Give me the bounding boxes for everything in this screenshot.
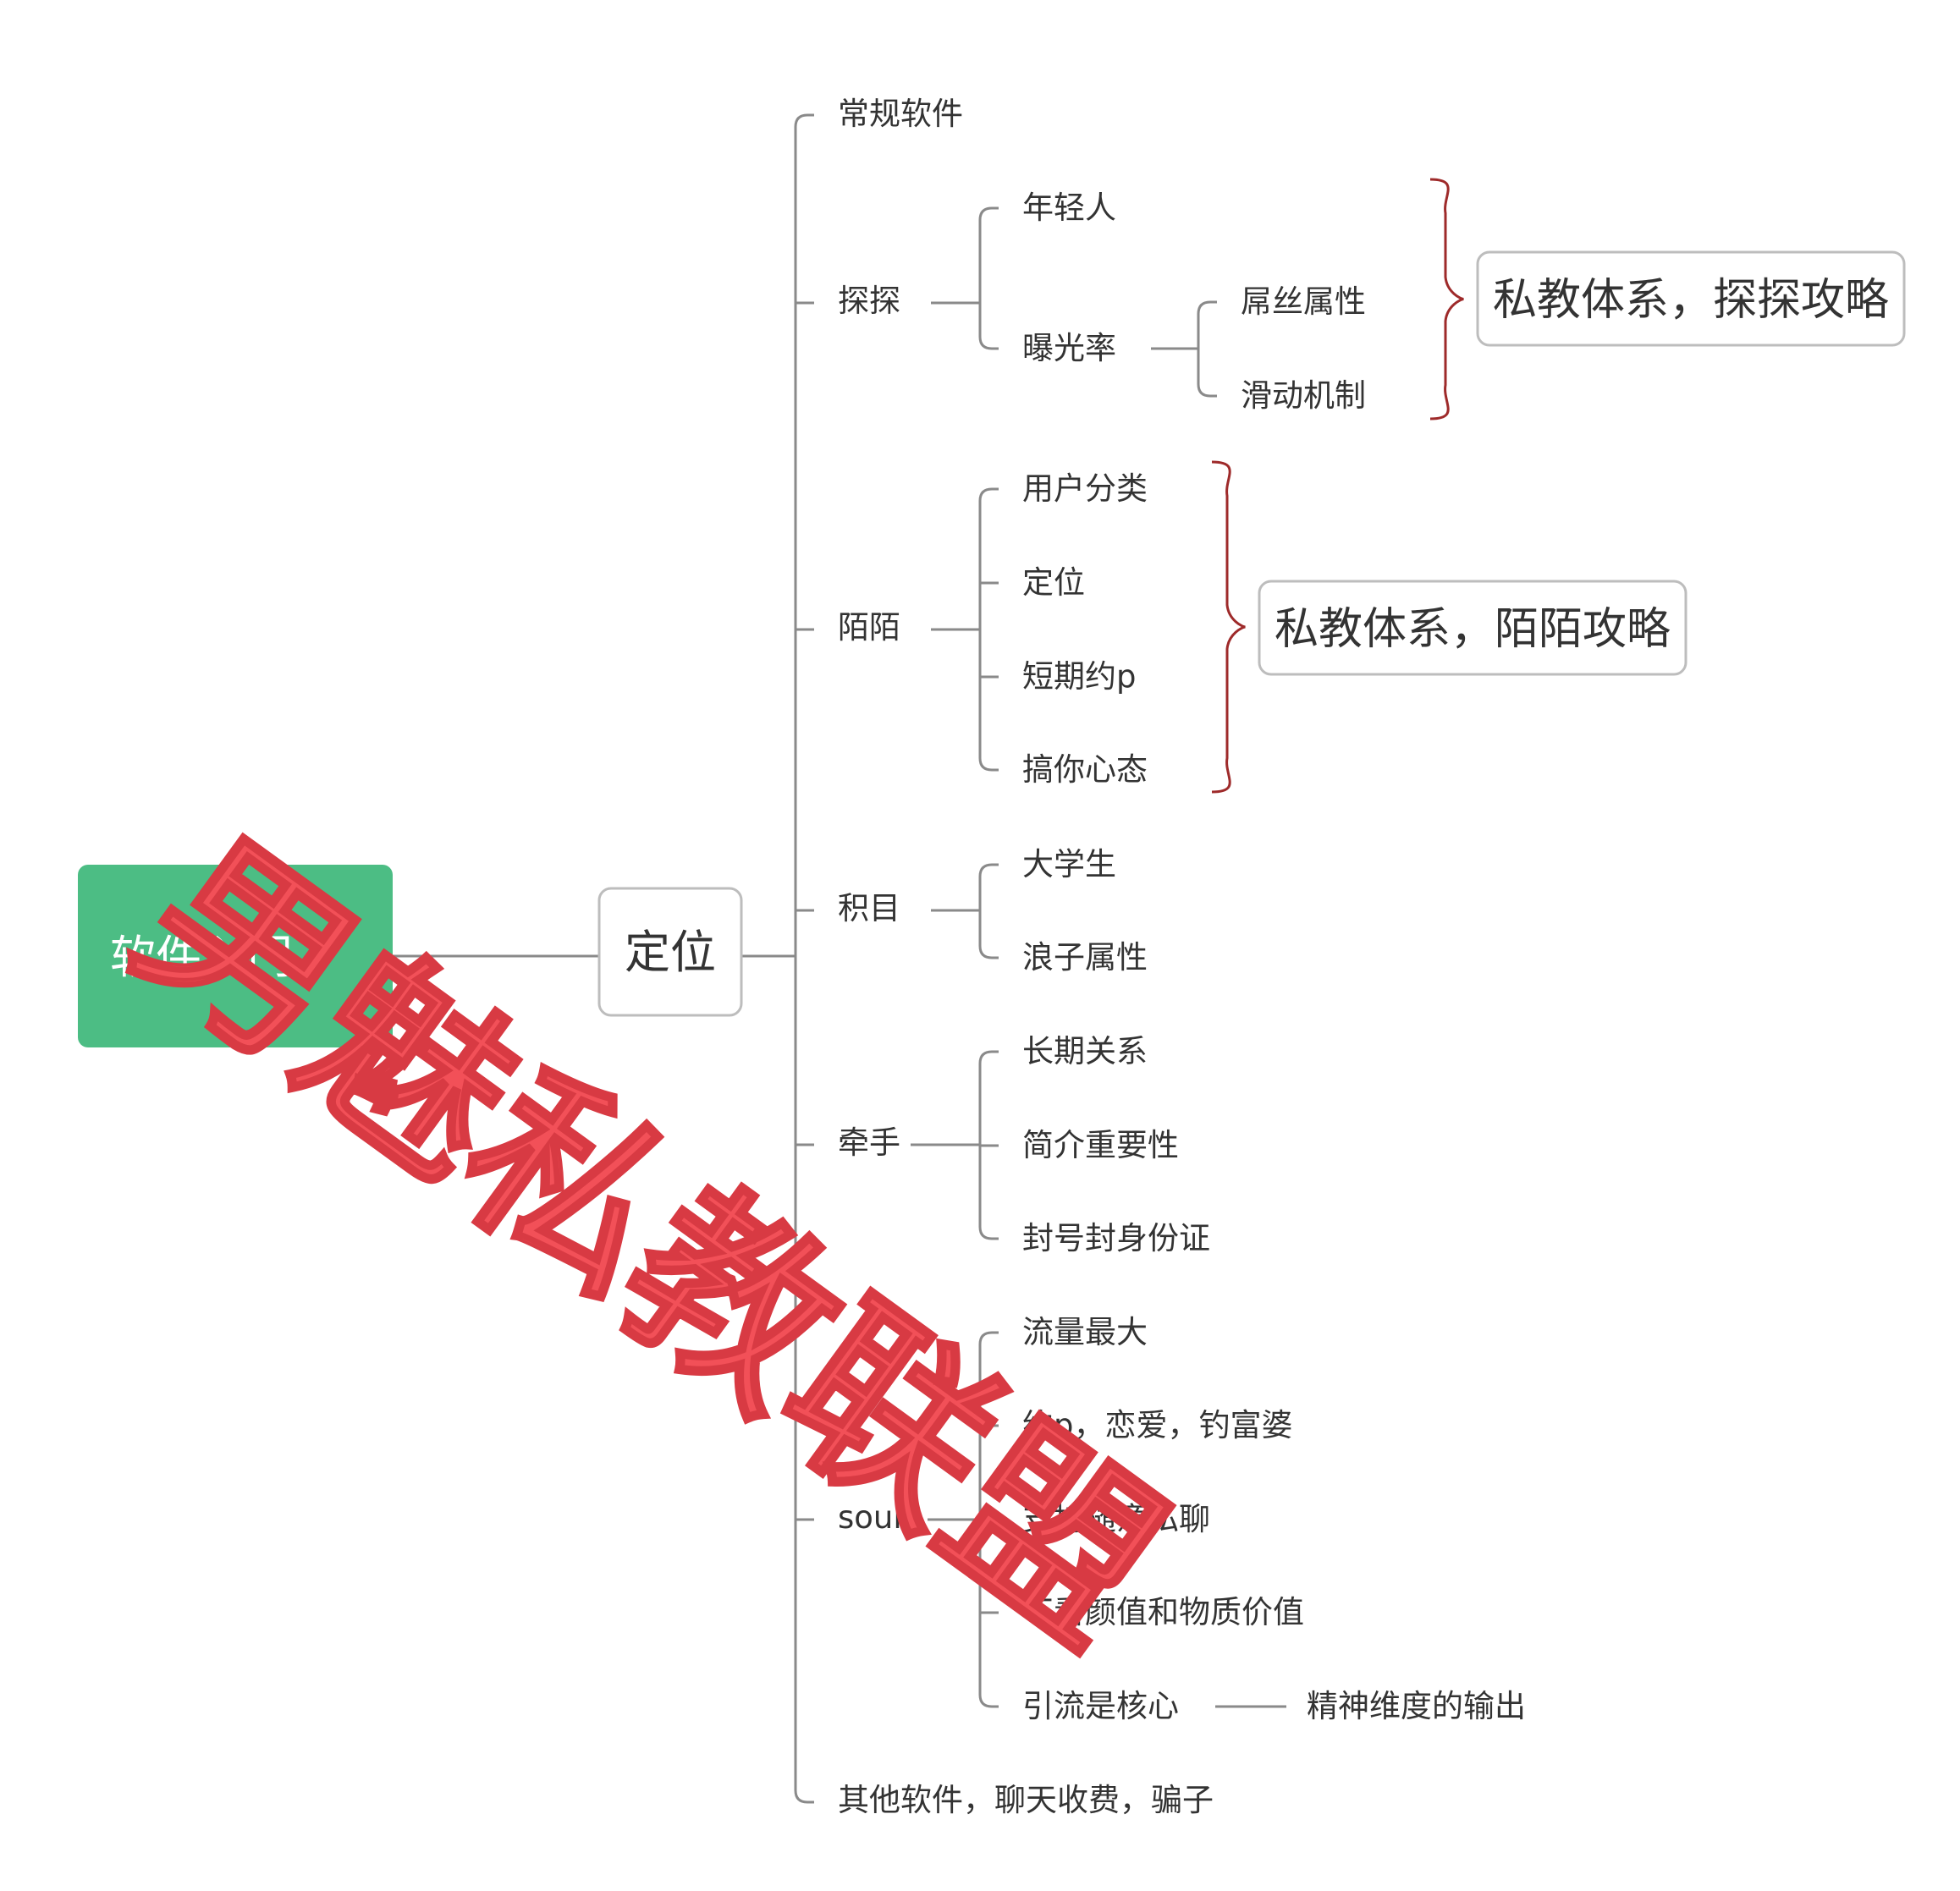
leaf-label[interactable]: 屌丝属性 <box>1241 283 1366 320</box>
branch-label[interactable]: 探探 <box>838 283 900 319</box>
summary-box-momo[interactable]: 私教体系，陌陌攻略 <box>1258 580 1687 676</box>
level2-spine <box>978 487 999 772</box>
sub-branch-label[interactable]: 短期约p <box>1022 658 1137 695</box>
sub-branch-label[interactable]: 引流是核心 <box>1022 1688 1179 1724</box>
mind-map: 软件入门 定位 常规软件 探探 陌陌 积目 牵手 soul 其他软件，聊天收费，… <box>78 96 1906 1818</box>
sub-branch-label[interactable]: 封号封身份证 <box>1022 1220 1210 1256</box>
branch-label[interactable]: 常规软件 <box>838 96 963 132</box>
branch-label[interactable]: 积目 <box>838 890 900 926</box>
branch-label[interactable]: 其他软件，聊天收费，骗子 <box>838 1782 1214 1818</box>
brace-tantan <box>1429 178 1464 421</box>
summary-box-tantan[interactable]: 私教体系，探探攻略 <box>1476 250 1906 347</box>
sub-branch-label[interactable]: 流量最大 <box>1022 1314 1148 1350</box>
sub-branch-label[interactable]: 浪子属性 <box>1022 939 1148 976</box>
center-label: 定位 <box>625 926 716 979</box>
leaf-label[interactable]: 精神维度的输出 <box>1307 1688 1526 1724</box>
sub-branch-label[interactable]: 长期关系 <box>1022 1033 1148 1069</box>
leaf-labels: 屌丝属性 滑动机制 精神维度的输出 <box>1241 283 1526 1724</box>
sub-branch-label[interactable]: 大学生 <box>1022 846 1116 882</box>
sub-branch-label[interactable]: 用户分类 <box>1022 470 1148 507</box>
sub-branch-label[interactable]: 简介重要性 <box>1022 1127 1179 1163</box>
level1-spine <box>794 113 814 1804</box>
leaf-label[interactable]: 滑动机制 <box>1241 377 1366 414</box>
summary-braces <box>1211 178 1464 794</box>
branch-label[interactable]: 牵手 <box>838 1124 900 1161</box>
sub-branch-label[interactable]: 搞你心态 <box>1022 751 1148 788</box>
center-node[interactable]: 定位 <box>597 887 743 1017</box>
brace-momo <box>1211 460 1246 794</box>
sub-branch-label[interactable]: 年轻人 <box>1022 190 1116 226</box>
level2-spine <box>1197 300 1217 398</box>
summary-label: 私教体系，探探攻略 <box>1493 275 1889 326</box>
sub-branch-label[interactable]: 定位 <box>1022 564 1085 601</box>
summary-label: 私教体系，陌陌攻略 <box>1275 604 1671 655</box>
level2-spine <box>978 863 999 959</box>
sub-branch-label[interactable]: 曝光率 <box>1022 330 1116 366</box>
level2-spine <box>978 206 999 350</box>
branch-label[interactable]: 陌陌 <box>838 609 900 646</box>
